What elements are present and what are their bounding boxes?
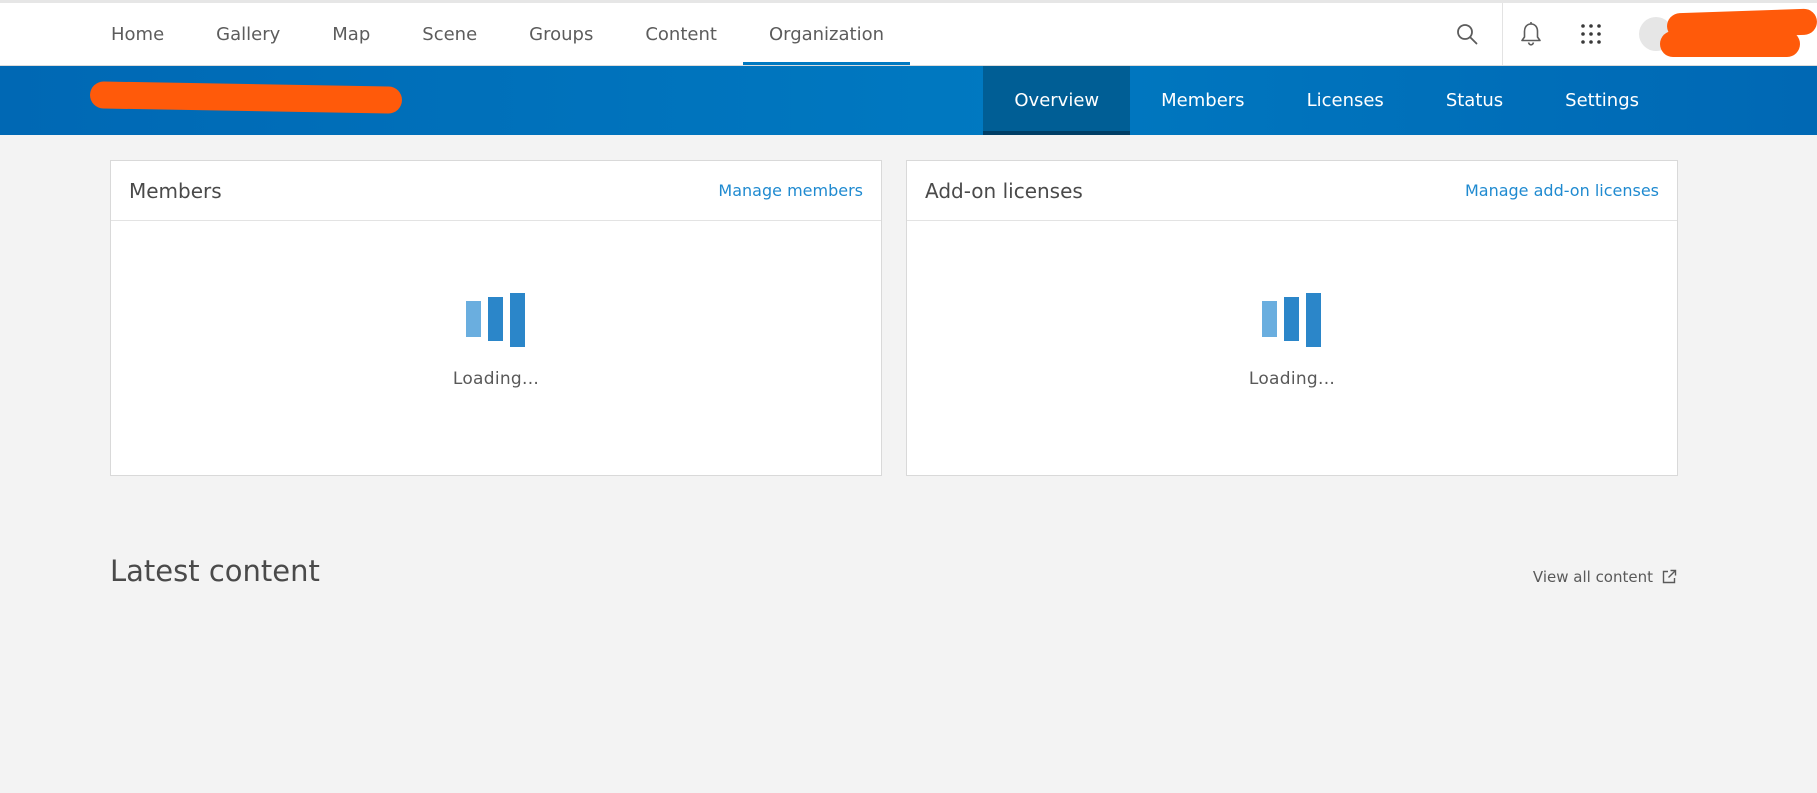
card-header: Add-on licenses Manage add-on licenses xyxy=(907,161,1677,221)
bell-icon xyxy=(1521,22,1541,46)
tab-settings[interactable]: Settings xyxy=(1534,66,1670,135)
redacted-username xyxy=(1660,31,1800,57)
latest-content-heading: Latest content xyxy=(110,554,320,588)
nav-item-label: Home xyxy=(111,23,165,45)
loader-bar xyxy=(466,301,481,337)
loader-bar xyxy=(1262,301,1277,337)
app-launcher-button[interactable] xyxy=(1563,3,1619,65)
loader-icon xyxy=(1262,291,1322,347)
nav-item-label: Groups xyxy=(529,23,594,45)
main-nav: Home Gallery Map Scene Groups Content Or… xyxy=(85,3,911,65)
card-header: Members Manage members xyxy=(111,161,881,221)
tab-label: Settings xyxy=(1565,90,1639,111)
loader-bar xyxy=(488,297,503,341)
nav-item-map[interactable]: Map xyxy=(306,3,396,65)
nav-item-label: Scene xyxy=(422,23,478,45)
tab-label: Licenses xyxy=(1306,90,1384,111)
tab-label: Overview xyxy=(1014,90,1100,111)
tab-licenses[interactable]: Licenses xyxy=(1276,66,1415,135)
nav-item-groups[interactable]: Groups xyxy=(503,3,619,65)
loader-icon xyxy=(466,291,526,347)
loading-text: Loading... xyxy=(1248,369,1336,389)
top-navigation: Home Gallery Map Scene Groups Content Or… xyxy=(0,0,1817,66)
nav-item-label: Organization xyxy=(768,23,885,45)
card-body: Loading... xyxy=(907,221,1677,475)
search-icon xyxy=(1457,24,1478,45)
card-title: Members xyxy=(129,178,222,203)
tab-overview[interactable]: Overview xyxy=(983,66,1131,135)
nav-item-content[interactable]: Content xyxy=(619,3,743,65)
tab-label: Status xyxy=(1445,90,1504,111)
organization-bar: Overview Members Licenses Status Setting… xyxy=(0,66,1817,135)
search-button[interactable] xyxy=(1439,3,1495,65)
nav-item-label: Content xyxy=(645,23,717,45)
nav-right-tools xyxy=(1377,3,1817,65)
nav-item-organization[interactable]: Organization xyxy=(742,3,911,65)
view-all-label: View all content xyxy=(1532,568,1653,586)
nav-item-label: Gallery xyxy=(216,23,281,45)
tab-label: Members xyxy=(1161,90,1245,111)
loader-bar xyxy=(1306,293,1321,347)
external-link-icon xyxy=(1662,569,1677,584)
manage-add-on-licenses-link[interactable]: Manage add-on licenses xyxy=(1465,181,1659,200)
add-on-licenses-card: Add-on licenses Manage add-on licenses L… xyxy=(906,160,1678,476)
nav-item-home[interactable]: Home xyxy=(85,3,190,65)
manage-members-link[interactable]: Manage members xyxy=(718,181,863,200)
loader-bar xyxy=(1284,297,1299,341)
loading-text: Loading... xyxy=(452,369,540,389)
nav-item-label: Map xyxy=(332,23,371,45)
nav-item-gallery[interactable]: Gallery xyxy=(190,3,306,65)
organization-tabs: Overview Members Licenses Status Setting… xyxy=(983,66,1670,135)
loader-bar xyxy=(510,293,525,347)
tab-status[interactable]: Status xyxy=(1415,66,1534,135)
members-card: Members Manage members Loading... xyxy=(110,160,882,476)
card-body: Loading... xyxy=(111,221,881,475)
app-launcher-icon xyxy=(1581,24,1601,44)
nav-item-scene[interactable]: Scene xyxy=(396,3,503,65)
tab-members[interactable]: Members xyxy=(1130,66,1275,135)
redacted-org-name xyxy=(89,81,403,114)
view-all-content-link[interactable]: View all content xyxy=(1533,568,1677,586)
card-title: Add-on licenses xyxy=(925,178,1083,203)
notifications-button[interactable] xyxy=(1503,3,1559,65)
